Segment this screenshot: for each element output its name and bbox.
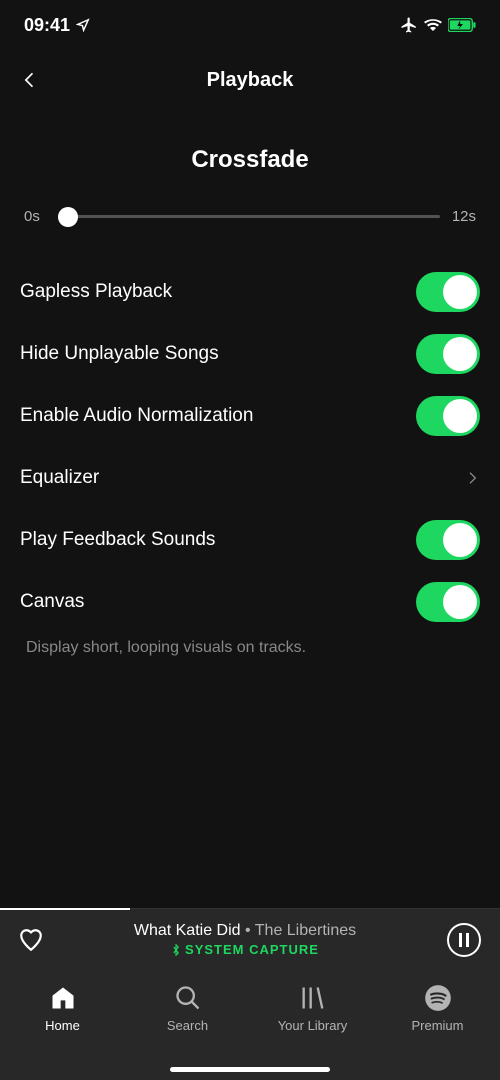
now-playing-title-line: What Katie Did • The Libertines bbox=[44, 922, 446, 940]
home-icon bbox=[49, 984, 77, 1012]
tab-label: Your Library bbox=[278, 1018, 348, 1033]
tab-bar: Home Search Your Library Premium bbox=[0, 970, 500, 1080]
library-icon bbox=[299, 984, 327, 1012]
status-time: 09:41 bbox=[24, 15, 70, 36]
home-indicator[interactable] bbox=[170, 1067, 330, 1072]
toggle-normalization[interactable] bbox=[416, 396, 480, 436]
slider-thumb[interactable] bbox=[58, 207, 78, 227]
tab-label: Home bbox=[45, 1018, 80, 1033]
like-button[interactable] bbox=[18, 927, 44, 953]
spotify-icon bbox=[424, 984, 452, 1012]
airplane-mode-icon bbox=[400, 16, 418, 34]
crossfade-slider[interactable] bbox=[60, 215, 440, 218]
tab-label: Premium bbox=[411, 1018, 463, 1033]
toggle-canvas[interactable] bbox=[416, 582, 480, 622]
pause-button[interactable] bbox=[446, 922, 482, 958]
toggle-knob bbox=[443, 399, 477, 433]
tab-search[interactable]: Search bbox=[133, 984, 243, 1033]
tab-home[interactable]: Home bbox=[8, 984, 118, 1033]
playback-progress bbox=[0, 908, 130, 910]
setting-label: Enable Audio Normalization bbox=[20, 405, 253, 427]
location-icon bbox=[76, 18, 90, 32]
toggle-knob bbox=[443, 585, 477, 619]
canvas-hint: Display short, looping visuals on tracks… bbox=[20, 633, 480, 657]
playback-device: SYSTEM CAPTURE bbox=[44, 942, 446, 957]
track-separator: • bbox=[241, 922, 255, 939]
crossfade-min-label: 0s bbox=[24, 208, 48, 225]
now-playing-bar[interactable]: What Katie Did • The Libertines SYSTEM C… bbox=[0, 908, 500, 970]
toggle-knob bbox=[443, 337, 477, 371]
back-button[interactable] bbox=[20, 70, 40, 90]
tab-label: Search bbox=[167, 1018, 208, 1033]
setting-label: Equalizer bbox=[20, 467, 99, 489]
wifi-icon bbox=[424, 18, 442, 32]
track-title: What Katie Did bbox=[134, 922, 241, 939]
page-title: Playback bbox=[207, 69, 294, 92]
setting-normalization: Enable Audio Normalization bbox=[20, 385, 480, 447]
setting-hide-unplayable: Hide Unplayable Songs bbox=[20, 323, 480, 385]
setting-equalizer[interactable]: Equalizer bbox=[20, 447, 480, 509]
tab-library[interactable]: Your Library bbox=[258, 984, 368, 1033]
crossfade-max-label: 12s bbox=[452, 208, 476, 225]
setting-label: Canvas bbox=[20, 591, 84, 613]
tab-premium[interactable]: Premium bbox=[383, 984, 493, 1033]
track-artist: The Libertines bbox=[255, 922, 356, 939]
toggle-gapless[interactable] bbox=[416, 272, 480, 312]
toggle-hide-unplayable[interactable] bbox=[416, 334, 480, 374]
toggle-knob bbox=[443, 523, 477, 557]
crossfade-title: Crossfade bbox=[0, 146, 500, 174]
setting-label: Hide Unplayable Songs bbox=[20, 343, 219, 365]
crossfade-slider-row: 0s 12s bbox=[0, 208, 500, 225]
setting-feedback-sounds: Play Feedback Sounds bbox=[20, 509, 480, 571]
setting-label: Gapless Playback bbox=[20, 281, 172, 303]
header: Playback bbox=[0, 50, 500, 110]
setting-canvas: Canvas bbox=[20, 571, 480, 633]
chevron-right-icon bbox=[464, 470, 480, 486]
bluetooth-icon bbox=[171, 944, 181, 956]
setting-label: Play Feedback Sounds bbox=[20, 529, 215, 551]
device-name: SYSTEM CAPTURE bbox=[185, 942, 319, 957]
status-bar: 09:41 bbox=[0, 0, 500, 50]
toggle-feedback-sounds[interactable] bbox=[416, 520, 480, 560]
now-playing-info: What Katie Did • The Libertines SYSTEM C… bbox=[44, 922, 446, 957]
search-icon bbox=[174, 984, 202, 1012]
setting-gapless: Gapless Playback bbox=[20, 261, 480, 323]
toggle-knob bbox=[443, 275, 477, 309]
battery-icon bbox=[448, 18, 476, 32]
settings-list: Gapless Playback Hide Unplayable Songs E… bbox=[0, 261, 500, 657]
